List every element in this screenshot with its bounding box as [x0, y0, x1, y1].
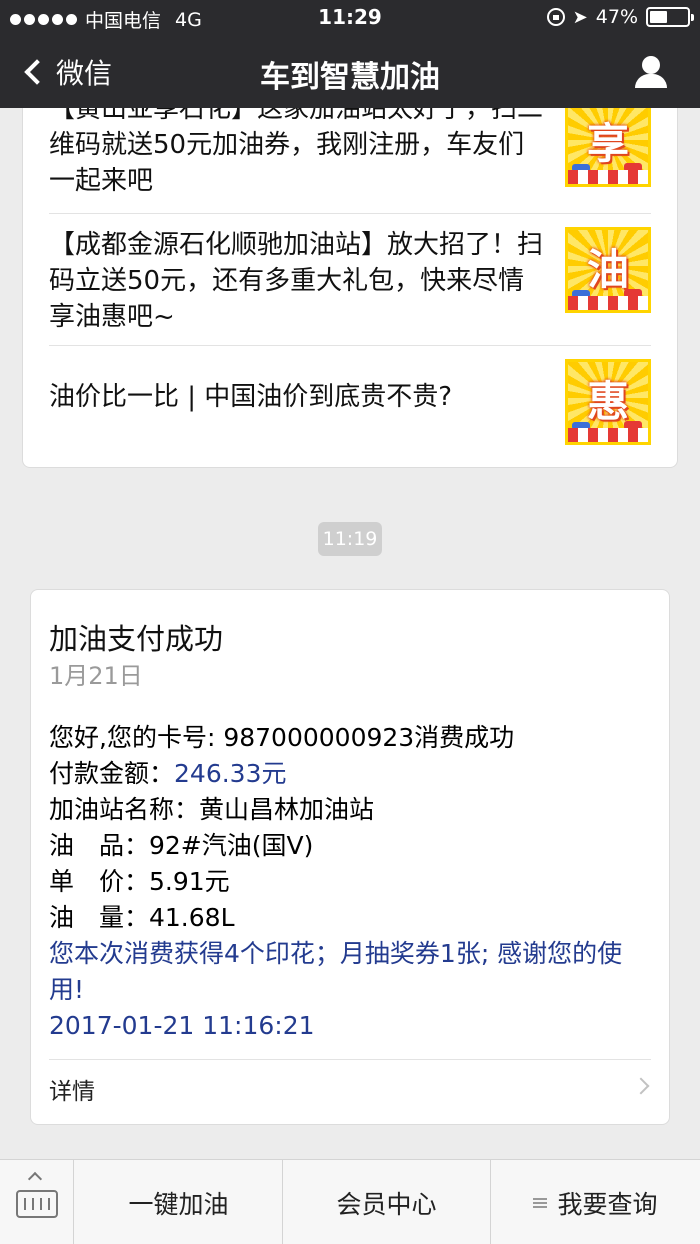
reward-line: 您本次消费获得4个印花；月抽奖券1张; 感谢您的使用!	[49, 939, 623, 1004]
news-thumbnail: 享	[565, 101, 651, 187]
top-bar: 中国电信 4G 11:29 ➤ 47% 微信 车到智慧加油	[0, 0, 700, 108]
battery-icon	[646, 7, 694, 27]
nav-bar: 微信 车到智慧加油	[0, 36, 700, 108]
datetime-line: 2017-01-21 11:16:21	[49, 1011, 315, 1040]
greeting-line: 您好,您的卡号: 987000000923消费成功	[49, 723, 515, 752]
amount-value: 246.33元	[174, 759, 287, 788]
keyboard-icon	[16, 1190, 58, 1218]
news-thumbnail: 惠	[565, 359, 651, 445]
thumb-character: 享	[586, 119, 629, 168]
payment-notice-card[interactable]: 加油支付成功 1月21日 您好,您的卡号: 987000000923消费成功 付…	[30, 589, 670, 1125]
menu-refuel-button[interactable]: 一键加油	[75, 1160, 283, 1244]
status-bar: 中国电信 4G 11:29 ➤ 47%	[0, 0, 700, 36]
rotation-lock-icon	[546, 8, 565, 26]
payment-title: 加油支付成功	[49, 622, 224, 656]
battery-percent: 47%	[595, 6, 638, 28]
payment-details: 您好,您的卡号: 987000000923消费成功 付款金额：246.33元 加…	[49, 720, 651, 1044]
product-line: 油 品：92#汽油(国V)	[49, 831, 314, 860]
chevron-right-icon	[632, 1077, 650, 1095]
menu-label: 一键加油	[128, 1189, 229, 1219]
news-thumbnail: 油	[565, 227, 651, 313]
amount-line: 付款金额：246.33元	[49, 756, 651, 792]
submenu-icon	[533, 1197, 548, 1208]
news-item[interactable]: 【成都金源石化顺驰加油站】放大招了！扫码立送50元，还有多重大礼包，快来尽情享油…	[49, 213, 651, 345]
keyboard-toggle-button[interactable]	[0, 1160, 74, 1244]
detail-link[interactable]: 详情	[49, 1072, 95, 1106]
message-timestamp: 11:19	[318, 522, 382, 556]
price-line: 单 价：5.91元	[49, 867, 230, 896]
amount-label: 付款金额：	[49, 759, 175, 788]
news-item-text: 【成都金源石化顺驰加油站】放大招了！扫码立送50元，还有多重大礼包，快来尽情享油…	[49, 230, 544, 332]
page-title: 车到智慧加油	[260, 60, 440, 95]
menu-label: 我要查询	[557, 1189, 658, 1219]
location-arrow-icon: ➤	[572, 6, 588, 28]
news-item[interactable]: 油价比一比 | 中国油价到底贵不贵? 惠	[49, 345, 651, 477]
thumb-character: 惠	[586, 377, 629, 426]
news-item-text: 油价比一比 | 中国油价到底贵不贵?	[49, 382, 453, 412]
divider	[49, 1059, 651, 1060]
thumb-character: 油	[586, 245, 629, 294]
menu-query-button[interactable]: 我要查询	[491, 1160, 700, 1244]
bottom-menu-bar: 一键加油 会员中心 我要查询	[0, 1159, 700, 1244]
caret-up-icon	[27, 1171, 43, 1187]
volume-line: 油 量：41.68L	[49, 903, 235, 932]
menu-member-center-button[interactable]: 会员中心	[283, 1160, 491, 1244]
payment-date: 1月21日	[49, 662, 143, 690]
station-line: 加油站名称：黄山昌林加油站	[49, 795, 375, 824]
user-profile-icon[interactable]	[634, 56, 668, 90]
news-card: 【黄山亚享石化】这家加油站太好了，扫二维码就送50元加油券，我刚注册，车友们一起…	[22, 60, 678, 468]
menu-label: 会员中心	[336, 1189, 437, 1219]
